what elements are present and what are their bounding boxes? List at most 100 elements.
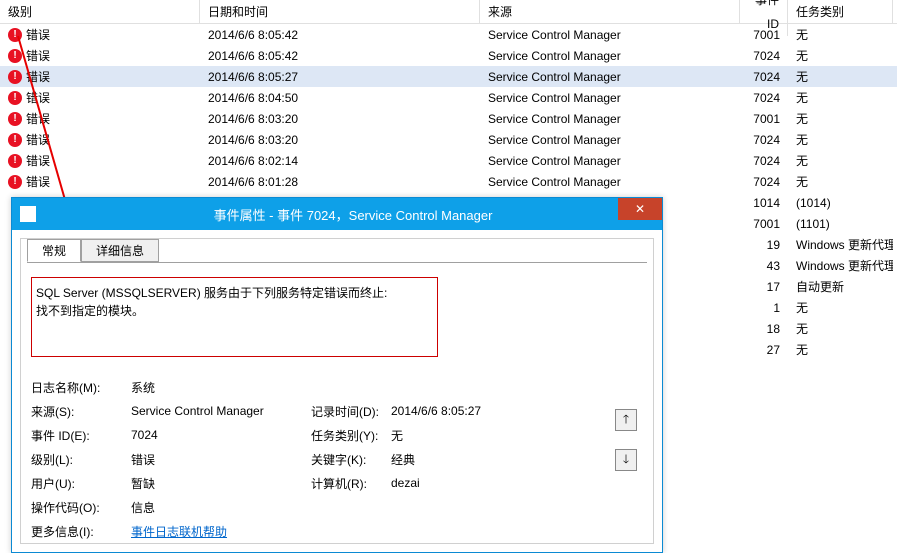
- row-source: Service Control Manager: [480, 154, 740, 168]
- row-category: 无: [788, 89, 893, 106]
- row-eventid: 7001: [740, 28, 788, 42]
- row-category: (1014): [788, 196, 893, 210]
- row-level: 错误: [26, 110, 50, 127]
- label-moreinfo: 更多信息(I):: [31, 523, 131, 540]
- error-icon: !: [8, 70, 22, 84]
- row-source: Service Control Manager: [480, 70, 740, 84]
- dialog-title: 事件属性 - 事件 7024，Service Control Manager: [44, 205, 662, 224]
- value-eventid: 7024: [131, 428, 311, 442]
- field-grid: 日志名称(M): 系统 来源(S): Service Control Manag…: [31, 375, 647, 543]
- row-category: Windows 更新代理: [788, 236, 893, 253]
- row-eventid: 19: [740, 238, 788, 252]
- row-source: Service Control Manager: [480, 112, 740, 126]
- row-eventid: 7024: [740, 175, 788, 189]
- value-opcode: 信息: [131, 499, 311, 516]
- row-eventid: 1014: [740, 196, 788, 210]
- error-icon: !: [8, 154, 22, 168]
- row-level: 错误: [26, 26, 50, 43]
- row-source: Service Control Manager: [480, 175, 740, 189]
- value-logged: 2014/6/6 8:05:27: [391, 404, 481, 418]
- dialog-titlebar[interactable]: 事件属性 - 事件 7024，Service Control Manager ✕: [12, 198, 662, 230]
- label-computer: 计算机(R):: [311, 475, 391, 492]
- row-eventid: 7024: [740, 49, 788, 63]
- row-category: (1101): [788, 217, 893, 231]
- row-category: 无: [788, 299, 893, 316]
- row-eventid: 7024: [740, 70, 788, 84]
- row-eventid: 7001: [740, 112, 788, 126]
- row-eventid: 27: [740, 343, 788, 357]
- row-datetime: 2014/6/6 8:03:20: [200, 133, 480, 147]
- row-category: 无: [788, 47, 893, 64]
- row-category: 无: [788, 68, 893, 85]
- row-category: 无: [788, 173, 893, 190]
- row-eventid: 7024: [740, 133, 788, 147]
- tab-details[interactable]: 详细信息: [81, 239, 159, 262]
- col-source[interactable]: 来源: [480, 0, 740, 24]
- link-online-help[interactable]: 事件日志联机帮助: [131, 523, 311, 540]
- close-icon: ✕: [635, 202, 645, 216]
- row-source: Service Control Manager: [480, 28, 740, 42]
- row-category: 无: [788, 320, 893, 337]
- tab-strip: 常规 详细信息: [27, 238, 653, 261]
- prev-event-button[interactable]: 🡑: [615, 409, 637, 431]
- table-header: 级别 日期和时间 来源 事件 ID 任务类别: [0, 0, 897, 24]
- table-row[interactable]: !错误2014/6/6 8:05:27Service Control Manag…: [0, 66, 897, 87]
- error-icon: !: [8, 91, 22, 105]
- row-level: 错误: [26, 131, 50, 148]
- table-row[interactable]: ! 错误 2014/6/6 8:03:20Service Control Manag…: [0, 108, 897, 129]
- row-source: Service Control Manager: [480, 49, 740, 63]
- label-keywords: 关键字(K):: [311, 451, 391, 468]
- label-logged: 记录时间(D):: [311, 403, 391, 420]
- col-datetime[interactable]: 日期和时间: [200, 0, 480, 24]
- row-datetime: 2014/6/6 8:05:42: [200, 28, 480, 42]
- row-datetime: 2014/6/6 8:04:50: [200, 91, 480, 105]
- row-datetime: 2014/6/6 8:03:20: [200, 112, 480, 126]
- row-datetime: 2014/6/6 8:05:42: [200, 49, 480, 63]
- event-properties-dialog: 事件属性 - 事件 7024，Service Control Manager ✕…: [11, 197, 663, 553]
- col-level[interactable]: 级别: [0, 0, 200, 24]
- error-icon: !: [8, 133, 22, 147]
- row-category: 无: [788, 26, 893, 43]
- label-eventid: 事件 ID(E):: [31, 427, 131, 444]
- error-icon: !: [8, 28, 22, 42]
- value-keywords: 经典: [391, 451, 415, 468]
- next-event-button[interactable]: 🡓: [615, 449, 637, 471]
- event-message-line1: SQL Server (MSSQLSERVER) 服务由于下列服务特定错误而终止…: [36, 284, 433, 302]
- row-datetime: 2014/6/6 8:05:27: [200, 70, 480, 84]
- table-row[interactable]: ! 错误 2014/6/6 8:05:42Service Control Manag…: [0, 24, 897, 45]
- table-row[interactable]: !错误2014/6/6 8:03:20Service Control Manag…: [0, 129, 897, 150]
- row-category: 无: [788, 131, 893, 148]
- row-eventid: 1: [740, 301, 788, 315]
- row-datetime: 2014/6/6 8:02:14: [200, 154, 480, 168]
- row-eventid: 18: [740, 322, 788, 336]
- row-category: 无: [788, 341, 893, 358]
- row-category: 无: [788, 110, 893, 127]
- value-source: Service Control Manager: [131, 404, 311, 418]
- table-row[interactable]: !错误2014/6/6 8:02:14Service Control Manag…: [0, 150, 897, 171]
- error-icon: !: [8, 112, 22, 126]
- row-level: 错误: [26, 47, 50, 64]
- table-row[interactable]: !错误2014/6/6 8:04:50Service Control Manag…: [0, 87, 897, 108]
- row-eventid: 43: [740, 259, 788, 273]
- table-row[interactable]: !错误2014/6/6 8:01:28Service Control Manag…: [0, 171, 897, 192]
- label-source: 来源(S):: [31, 403, 131, 420]
- table-row[interactable]: ! 错误 2014/6/6 8:05:42Service Control Manag…: [0, 45, 897, 66]
- arrow-up-icon: 🡑: [623, 410, 629, 431]
- row-category: 自动更新: [788, 278, 893, 295]
- error-icon: !: [8, 175, 22, 189]
- error-icon: !: [8, 49, 22, 63]
- value-user: 暂缺: [131, 475, 311, 492]
- event-message-box: SQL Server (MSSQLSERVER) 服务由于下列服务特定错误而终止…: [31, 277, 438, 357]
- row-source: Service Control Manager: [480, 91, 740, 105]
- tab-general[interactable]: 常规: [27, 239, 81, 262]
- value-taskcat: 无: [391, 427, 403, 444]
- close-button[interactable]: ✕: [618, 198, 662, 220]
- dialog-icon: [20, 206, 36, 222]
- label-taskcat: 任务类别(Y):: [311, 427, 391, 444]
- arrow-down-icon: 🡓: [623, 450, 629, 471]
- row-eventid: 7024: [740, 154, 788, 168]
- row-category: 无: [788, 152, 893, 169]
- col-category[interactable]: 任务类别: [788, 0, 893, 24]
- label-logname: 日志名称(M):: [31, 379, 131, 396]
- tab-panel-general: SQL Server (MSSQLSERVER) 服务由于下列服务特定错误而终止…: [27, 262, 647, 543]
